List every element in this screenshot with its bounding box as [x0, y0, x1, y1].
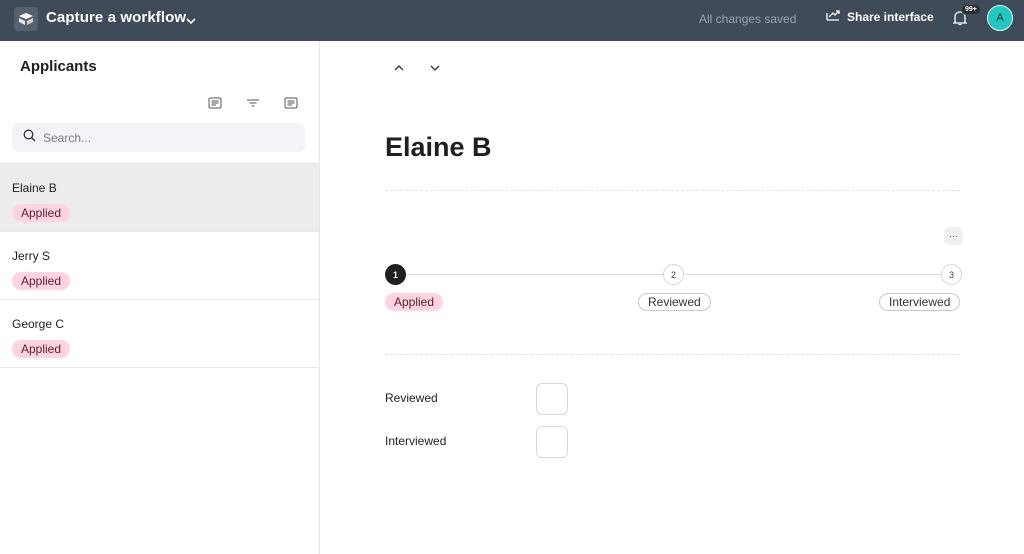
- record-list: Elaine B Applied Jerry S Applied George …: [0, 163, 319, 368]
- divider: [385, 354, 960, 355]
- next-record-chevron-down-icon[interactable]: [429, 61, 441, 79]
- share-icon: [826, 9, 840, 24]
- list-item[interactable]: Elaine B Applied: [0, 164, 319, 232]
- search-icon: [23, 129, 36, 147]
- search-input[interactable]: [43, 130, 283, 145]
- save-status: All changes saved: [699, 12, 797, 26]
- record-name: George C: [12, 317, 65, 331]
- share-interface-button[interactable]: Share interface: [826, 9, 934, 24]
- avatar[interactable]: A: [987, 5, 1013, 31]
- status-step-label-applied[interactable]: Applied: [385, 293, 444, 311]
- divider: [385, 190, 960, 191]
- list-view-icon[interactable]: [208, 96, 222, 109]
- record-name: Elaine B: [12, 181, 57, 195]
- page-title: Elaine B: [385, 132, 492, 162]
- status-badge: Applied: [12, 204, 71, 222]
- app-logo-icon[interactable]: [14, 7, 38, 31]
- search-box: [12, 123, 305, 152]
- list-item[interactable]: Jerry S Applied: [0, 232, 319, 300]
- field-label-reviewed: Reviewed: [385, 391, 438, 405]
- status-step-2[interactable]: 2: [663, 264, 684, 285]
- status-step-1[interactable]: 1: [385, 264, 406, 285]
- share-interface-label: Share interface: [847, 9, 934, 24]
- field-label-interviewed: Interviewed: [385, 434, 447, 448]
- chevron-down-icon[interactable]: [186, 12, 196, 30]
- status-step-label-interviewed[interactable]: Interviewed: [879, 293, 961, 311]
- app-title[interactable]: Capture a workflow: [46, 9, 186, 26]
- sidebar-title: Applicants: [20, 58, 97, 75]
- filter-icon[interactable]: [246, 96, 260, 108]
- previous-record-chevron-up-icon[interactable]: [393, 61, 405, 79]
- notification-count-badge: 99+: [961, 4, 981, 15]
- record-view-icon[interactable]: [284, 96, 298, 109]
- sidebar: Applicants Elaine B Applied Jerry S Appl…: [0, 41, 320, 554]
- more-options-button[interactable]: ···: [944, 227, 963, 245]
- list-item[interactable]: George C Applied: [0, 300, 319, 368]
- top-bar: Capture a workflow All changes saved Sha…: [0, 0, 1024, 41]
- status-badge: Applied: [12, 340, 71, 358]
- reviewed-checkbox[interactable]: [536, 383, 568, 415]
- status-step-label-reviewed[interactable]: Reviewed: [638, 293, 711, 311]
- record-name: Jerry S: [12, 249, 51, 263]
- status-step-3[interactable]: 3: [941, 264, 962, 285]
- interviewed-checkbox[interactable]: [536, 426, 568, 458]
- status-badge: Applied: [12, 272, 71, 290]
